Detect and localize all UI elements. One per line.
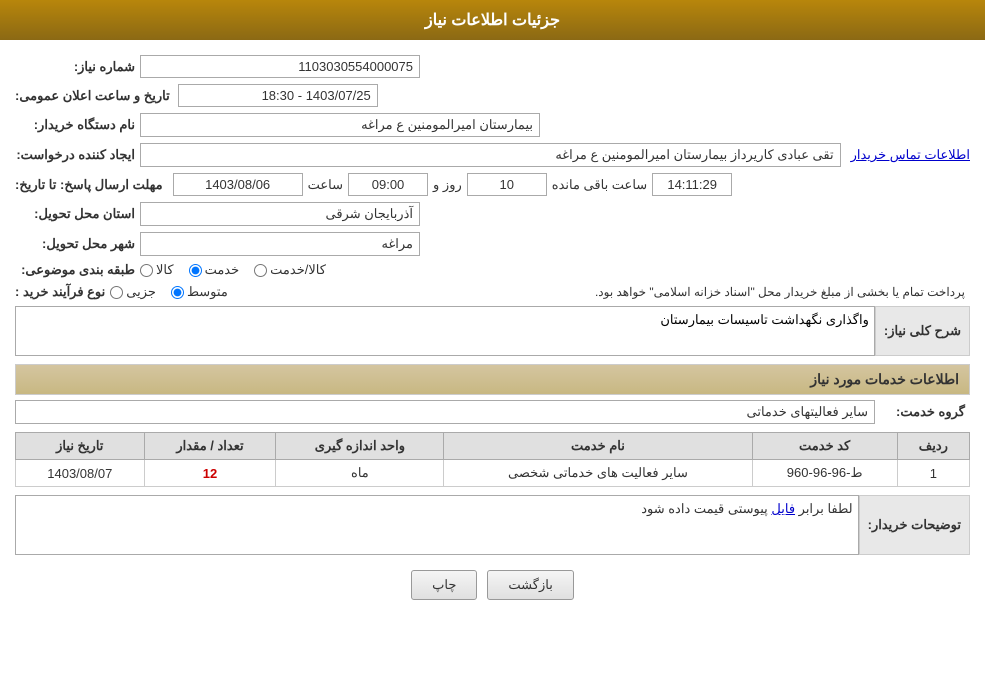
deadline-days-field: 10 [467, 173, 547, 196]
deadline-date-field: 1403/08/06 [173, 173, 303, 196]
cell-service-name: سایر فعالیت های خدماتی شخصی [444, 460, 752, 487]
deadline-row: 14:11:29 ساعت باقی مانده 10 روز و 09:00 … [15, 173, 970, 196]
radio-khedmat-input[interactable] [189, 264, 202, 277]
cell-date: 1403/08/07 [16, 460, 145, 487]
radio-jozii-input[interactable] [110, 286, 123, 299]
creator-field: تقی عبادی کاریرداز بیمارستان امیرالمومنی… [140, 143, 841, 167]
deadline-remaining-field: 14:11:29 [652, 173, 732, 196]
services-table: ردیف کد خدمت نام خدمت واحد اندازه گیری ت… [15, 432, 970, 487]
purchase-type-note: پرداخت تمام یا بخشی از مبلغ خریدار محل "… [233, 285, 965, 299]
creator-label: ایجاد کننده درخواست: [15, 147, 135, 163]
buyer-notes-content: لطفا برابر فایل پیوستی قیمت داده شود [15, 495, 859, 555]
province-field: آذربایجان شرقی [140, 202, 420, 226]
buyer-notes-label: توضیحات خریدار: [859, 495, 970, 555]
deadline-day-label: روز و [433, 177, 462, 193]
radio-jozii[interactable]: جزیی [110, 284, 156, 300]
need-number-row: 1103030554000075 شماره نیاز: [15, 55, 970, 78]
radio-motavaset-input[interactable] [171, 286, 184, 299]
category-radio-group: کالا/خدمت خدمت کالا [140, 262, 326, 278]
province-label: استان محل تحویل: [15, 206, 135, 222]
print-button[interactable]: چاپ [411, 570, 477, 600]
category-row: کالا/خدمت خدمت کالا طبقه بندی موضوعی: [15, 262, 970, 278]
purchase-type-row: پرداخت تمام یا بخشی از مبلغ خریدار محل "… [15, 284, 970, 300]
cell-unit: ماه [276, 460, 444, 487]
radio-kala-input[interactable] [140, 264, 153, 277]
city-field: مراغه [140, 232, 420, 256]
announce-datetime-row: 1403/07/25 - 18:30 تاریخ و ساعت اعلان عم… [15, 84, 970, 107]
city-row: مراغه شهر محل تحویل: [15, 232, 970, 256]
buyer-notes-section: توضیحات خریدار: لطفا برابر فایل پیوستی ق… [15, 495, 970, 555]
cell-row-num: 1 [897, 460, 969, 487]
deadline-time-field: 09:00 [348, 173, 428, 196]
need-number-field: 1103030554000075 [140, 55, 420, 78]
radio-kala-khedmat-input[interactable] [254, 264, 267, 277]
buyer-org-label: نام دستگاه خریدار: [15, 117, 135, 133]
deadline-time-label: ساعت [308, 177, 343, 193]
radio-motavaset-label: متوسط [187, 284, 228, 300]
radio-kala-label: کالا [156, 262, 174, 278]
cell-service-code: ط-96-96-960 [752, 460, 897, 487]
radio-motavaset[interactable]: متوسط [171, 284, 228, 300]
col-service-name: نام خدمت [444, 433, 752, 460]
main-content: 1103030554000075 شماره نیاز: 1403/07/25 … [0, 50, 985, 615]
file-link[interactable]: فایل [771, 501, 795, 516]
radio-jozii-label: جزیی [126, 284, 156, 300]
radio-kala[interactable]: کالا [140, 262, 174, 278]
page-header: جزئیات اطلاعات نیاز [0, 0, 985, 40]
description-label: شرح کلی نیاز: [875, 306, 970, 356]
col-row-num: ردیف [897, 433, 969, 460]
deadline-remaining-label: ساعت باقی مانده [552, 177, 647, 193]
city-label: شهر محل تحویل: [15, 236, 135, 252]
description-textarea[interactable]: واگذاری نگهداشت تاسیسات بیمارستان [15, 306, 875, 356]
creator-row: اطلاعات تماس خریدار تقی عبادی کاریرداز ب… [15, 143, 970, 167]
announce-datetime-field: 1403/07/25 - 18:30 [178, 84, 378, 107]
need-number-label: شماره نیاز: [15, 59, 135, 75]
description-section: شرح کلی نیاز: واگذاری نگهداشت تاسیسات بی… [15, 306, 970, 356]
category-label: طبقه بندی موضوعی: [15, 262, 135, 278]
purchase-type-radio-group: متوسط جزیی [110, 284, 228, 300]
radio-kala-khedmat[interactable]: کالا/خدمت [254, 262, 326, 278]
page-title: جزئیات اطلاعات نیاز [425, 12, 560, 29]
service-group-field: سایر فعالیتهای خدماتی [15, 400, 875, 424]
purchase-type-label: نوع فرآیند خرید : [15, 284, 105, 300]
page-wrapper: جزئیات اطلاعات نیاز 1103030554000075 شما… [0, 0, 985, 691]
col-unit: واحد اندازه گیری [276, 433, 444, 460]
table-row: 1 ط-96-96-960 سایر فعالیت های خدماتی شخص… [16, 460, 970, 487]
services-section-title: اطلاعات خدمات مورد نیاز [15, 364, 970, 395]
col-quantity: تعداد / مقدار [144, 433, 276, 460]
back-button[interactable]: بازگشت [487, 570, 573, 600]
buyer-org-row: بیمارستان امیرالمومنین ع مراغه نام دستگا… [15, 113, 970, 137]
col-date: تاریخ نیاز [16, 433, 145, 460]
radio-khedmat-label: خدمت [205, 262, 240, 278]
radio-khedmat[interactable]: خدمت [189, 262, 240, 278]
contact-link[interactable]: اطلاعات تماس خریدار [851, 147, 970, 163]
deadline-label: مهلت ارسال پاسخ: تا تاریخ: [15, 177, 163, 193]
cell-quantity: 12 [144, 460, 276, 487]
button-row: بازگشت چاپ [15, 570, 970, 600]
province-row: آذربایجان شرقی استان محل تحویل: [15, 202, 970, 226]
announce-datetime-label: تاریخ و ساعت اعلان عمومی: [15, 88, 170, 104]
service-group-row: گروه خدمت: سایر فعالیتهای خدماتی [15, 400, 970, 424]
radio-kala-khedmat-label: کالا/خدمت [270, 262, 326, 278]
service-group-label: گروه خدمت: [875, 404, 965, 420]
col-service-code: کد خدمت [752, 433, 897, 460]
buyer-org-field: بیمارستان امیرالمومنین ع مراغه [140, 113, 540, 137]
